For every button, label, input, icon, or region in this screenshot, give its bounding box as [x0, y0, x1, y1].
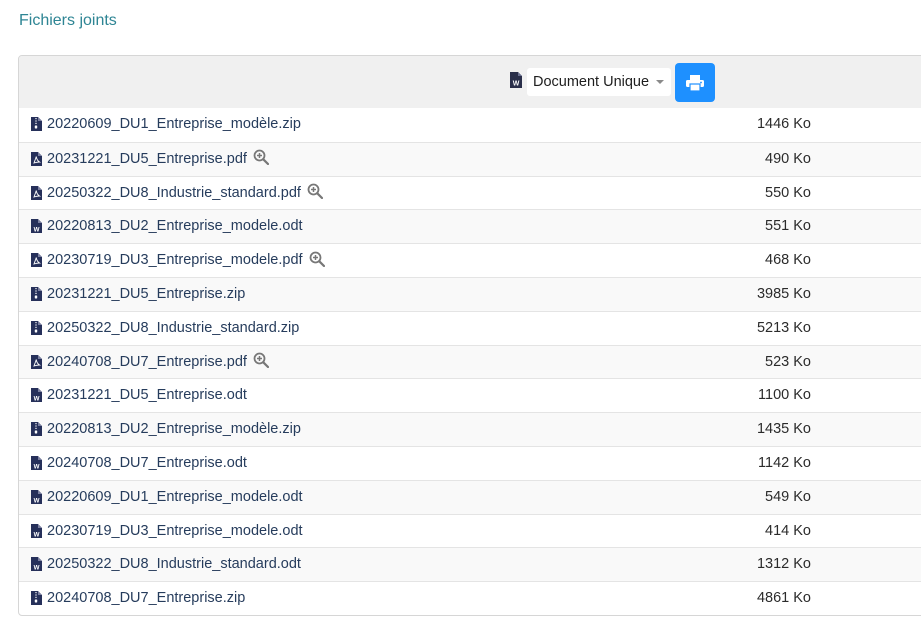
- file-name-text: 20220609_DU1_Entreprise_modele.odt: [47, 488, 303, 505]
- file-name-text: 20230719_DU3_Entreprise_modele.odt: [47, 522, 303, 539]
- panel-header: W Document Unique: [19, 56, 921, 108]
- file-size: 468 Ko: [765, 252, 811, 269]
- file-size: 1312 Ko: [756, 556, 811, 573]
- file-name-text: 20220813_DU2_Entreprise_modèle.zip: [47, 421, 301, 438]
- svg-text:W: W: [513, 81, 520, 88]
- file-size: 3985 Ko: [756, 285, 811, 302]
- file-name-link[interactable]: 20230719_DU3_Entreprise_modele.pdf: [47, 244, 325, 277]
- file-word-icon: W: [31, 388, 42, 403]
- file-pdf-icon: [31, 151, 42, 166]
- file-name-link[interactable]: 20240708_DU7_Entreprise.odt: [47, 447, 247, 480]
- file-name-text: 20231221_DU5_Entreprise.zip: [47, 285, 246, 302]
- print-icon: [686, 74, 704, 91]
- print-button[interactable]: [675, 63, 715, 102]
- section-title: Fichiers joints: [19, 12, 117, 29]
- file-name-text: 20250322_DU8_Industrie_standard.pdf: [47, 184, 301, 201]
- zoom-in-icon[interactable]: [253, 149, 269, 166]
- file-size: 1100 Ko: [758, 387, 811, 404]
- file-word-icon: W: [31, 557, 42, 572]
- file-name-text: 20231221_DU5_Entreprise.odt: [47, 387, 247, 404]
- file-name-text: 20240708_DU7_Entreprise.pdf: [47, 353, 247, 370]
- file-size: 549 Ko: [765, 488, 811, 505]
- document-type-select[interactable]: Document Unique: [527, 68, 671, 96]
- file-name-link[interactable]: 20231221_DU5_Entreprise.zip: [47, 278, 245, 311]
- file-zip-icon: [31, 117, 42, 131]
- file-size: 1435 Ko: [756, 421, 811, 438]
- file-size: 4861 Ko: [756, 590, 811, 607]
- file-size: 551 Ko: [765, 218, 811, 235]
- file-name-text: 20250322_DU8_Industrie_standard.odt: [47, 556, 301, 573]
- file-pdf-icon: [31, 253, 42, 268]
- file-name-link[interactable]: 20231221_DU5_Entreprise.pdf: [47, 143, 269, 176]
- file-row: 20231221_DU5_Entreprise.zip 3985 Ko: [19, 276, 921, 311]
- svg-text:W: W: [34, 396, 40, 403]
- file-name-link[interactable]: 20220813_DU2_Entreprise_modele.odt: [47, 210, 303, 243]
- file-list: 20220609_DU1_Entreprise_modèle.zip 1446 K…: [19, 108, 921, 615]
- file-row: W 20230719_DU3_Entreprise_modele.odt 414 K…: [19, 513, 921, 548]
- file-name-link[interactable]: 20220609_DU1_Entreprise_modele.odt: [47, 481, 303, 514]
- file-word-icon: W: [31, 489, 42, 504]
- file-name-link[interactable]: 20250322_DU8_Industrie_standard.odt: [47, 548, 301, 581]
- file-name-text: 20230719_DU3_Entreprise_modele.pdf: [47, 252, 303, 269]
- file-word-icon: W: [31, 523, 42, 538]
- file-word-icon: W: [31, 455, 42, 470]
- file-size: 414 Ko: [765, 522, 811, 539]
- file-word-icon: W: [510, 72, 522, 88]
- file-name-text: 20220813_DU2_Entreprise_modele.odt: [47, 218, 303, 235]
- file-name-link[interactable]: 20250322_DU8_Industrie_standard.zip: [47, 312, 299, 345]
- file-name-link[interactable]: 20220813_DU2_Entreprise_modèle.zip: [47, 413, 301, 446]
- file-zip-icon: [31, 422, 42, 437]
- file-size: 5213 Ko: [756, 319, 811, 336]
- svg-text:W: W: [34, 497, 40, 504]
- file-name-link[interactable]: 20240708_DU7_Entreprise.pdf: [47, 346, 269, 379]
- zoom-in-icon[interactable]: [309, 251, 325, 267]
- file-row: 20231221_DU5_Entreprise.pdf 490 Ko: [19, 141, 921, 176]
- file-name-text: 20240708_DU7_Entreprise.zip: [47, 590, 246, 607]
- file-name-text: 20231221_DU5_Entreprise.pdf: [47, 150, 247, 167]
- svg-text:W: W: [34, 565, 40, 572]
- file-zip-icon: [31, 286, 42, 301]
- file-size: 550 Ko: [765, 184, 811, 201]
- file-size: 490 Ko: [765, 150, 811, 167]
- file-name-link[interactable]: 20240708_DU7_Entreprise.zip: [47, 582, 245, 615]
- file-name-text: 20220609_DU1_Entreprise_modèle.zip: [47, 116, 301, 132]
- file-row: W 20240708_DU7_Entreprise.odt 1142 Ko: [19, 445, 921, 480]
- zoom-in-icon[interactable]: [253, 352, 269, 369]
- file-word-icon: W: [31, 219, 42, 234]
- file-size: 1142 Ko: [758, 454, 811, 471]
- file-zip-icon: [31, 591, 42, 606]
- file-row: 20250322_DU8_Industrie_standard.zip 5213 …: [19, 310, 921, 345]
- attachments-panel: W Document Unique 20220609_DU1_Entrepris…: [18, 55, 921, 616]
- file-row: 20230719_DU3_Entreprise_modele.pdf 468 Ko: [19, 243, 921, 277]
- svg-text:W: W: [34, 463, 40, 470]
- file-name-link[interactable]: 20230719_DU3_Entreprise_modele.odt: [47, 515, 303, 548]
- file-name-link[interactable]: 20250322_DU8_Industrie_standard.pdf: [47, 177, 323, 210]
- file-pdf-icon: [31, 185, 42, 200]
- file-row: 20250322_DU8_Industrie_standard.pdf 550 K…: [19, 175, 921, 210]
- file-row: W 20250322_DU8_Industrie_standard.odt 1312…: [19, 547, 921, 582]
- file-row: 20240708_DU7_Entreprise.zip 4861 Ko: [19, 581, 921, 615]
- file-name-text: 20240708_DU7_Entreprise.odt: [47, 454, 247, 471]
- document-type-select-value: Document Unique: [533, 74, 650, 90]
- svg-text:W: W: [34, 531, 40, 538]
- file-size: 523 Ko: [765, 353, 811, 370]
- chevron-down-icon: [656, 80, 664, 84]
- file-name-link[interactable]: 20220609_DU1_Entreprise_modèle.zip: [47, 108, 301, 141]
- file-pdf-icon: [31, 354, 42, 369]
- file-row: 20220813_DU2_Entreprise_modèle.zip 1435 K…: [19, 412, 921, 446]
- file-zip-icon: [31, 320, 42, 335]
- file-row: 20220609_DU1_Entreprise_modèle.zip 1446 K…: [19, 108, 921, 142]
- svg-text:W: W: [34, 227, 40, 234]
- file-row: W 20231221_DU5_Entreprise.odt 1100 Ko: [19, 378, 921, 412]
- file-row: 20240708_DU7_Entreprise.pdf 523 Ko: [19, 344, 921, 379]
- file-row: W 20220609_DU1_Entreprise_modele.odt 549 K…: [19, 479, 921, 514]
- file-name-link[interactable]: 20231221_DU5_Entreprise.odt: [47, 379, 247, 412]
- zoom-in-icon[interactable]: [307, 183, 323, 200]
- file-size: 1446 Ko: [756, 116, 811, 132]
- file-name-text: 20250322_DU8_Industrie_standard.zip: [47, 319, 300, 336]
- file-row: W 20220813_DU2_Entreprise_modele.odt 551 K…: [19, 209, 921, 244]
